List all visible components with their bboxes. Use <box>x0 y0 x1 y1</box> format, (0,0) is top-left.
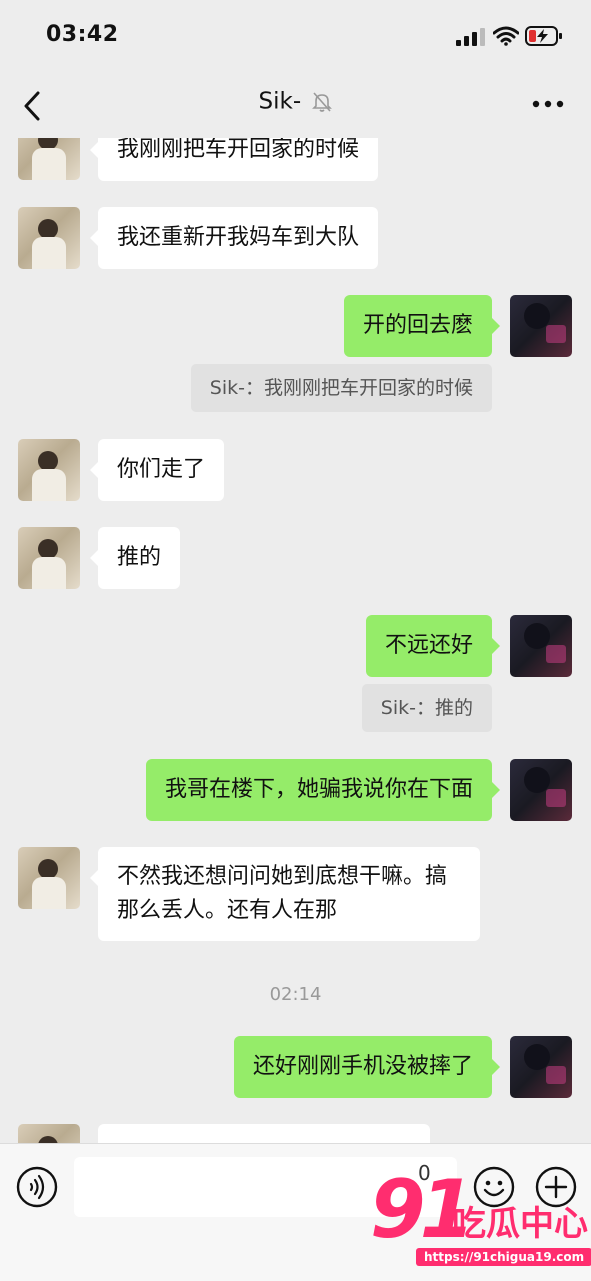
message-bubble-incoming[interactable]: 我还重新开我妈车到大队 <box>89 207 379 269</box>
mute-bell-icon <box>312 91 333 112</box>
watermark-logo: 91 吃瓜中心 https://91chigua19.com <box>370 1170 591 1274</box>
voice-input-icon[interactable] <box>16 1166 58 1208</box>
contact-avatar[interactable] <box>18 847 80 909</box>
watermark-name: 吃瓜中心 <box>452 1204 588 1244</box>
message-bubble-incoming[interactable]: 不然我还想问问她到底想干嘛。搞那么丢人。还有人在那 <box>90 847 480 941</box>
message-bubble-incoming[interactable]: 推的 <box>89 527 181 589</box>
message-list[interactable]: 我刚刚把车开回家的时候 我还重新开我妈车到大队 开的回去麽 Sik-：我刚刚把车… <box>0 138 591 1143</box>
message-bubble-incoming[interactable] <box>98 1124 430 1143</box>
contact-name: Sik- <box>258 88 302 115</box>
contact-avatar[interactable] <box>18 207 80 269</box>
message-bubble-outgoing[interactable]: 我哥在楼下，她骗我说你在下面 <box>145 759 501 821</box>
cellular-signal-icon <box>456 28 485 46</box>
chat-header: Sik- <box>0 70 591 138</box>
quoted-reply[interactable]: Sik-：我刚刚把车开回家的时候 <box>190 364 492 412</box>
status-bar: 03:42 <box>0 0 591 70</box>
quoted-reply[interactable]: Sik-：推的 <box>361 684 492 732</box>
contact-avatar[interactable] <box>18 439 80 501</box>
message-bubble-incoming[interactable]: 你们走了 <box>89 439 225 501</box>
status-time: 03:42 <box>46 22 119 47</box>
watermark-url: https://91chigua19.com <box>416 1248 591 1266</box>
self-avatar[interactable] <box>510 615 572 677</box>
message-bubble-incoming[interactable]: 我刚刚把车开回家的时候 <box>89 138 379 181</box>
contact-avatar[interactable] <box>18 527 80 589</box>
message-bubble-outgoing[interactable]: 还好刚刚手机没被摔了 <box>233 1036 501 1098</box>
self-avatar[interactable] <box>510 295 572 357</box>
wifi-icon <box>493 26 519 46</box>
message-bubble-outgoing[interactable]: 开的回去麽 <box>343 295 501 357</box>
message-bubble-outgoing[interactable]: 不远还好 <box>365 615 501 677</box>
more-options-icon[interactable] <box>532 100 564 108</box>
contact-avatar[interactable] <box>18 138 80 180</box>
battery-charging-icon <box>525 26 562 46</box>
message-timestamp: 02:14 <box>269 984 322 1005</box>
self-avatar[interactable] <box>510 1036 572 1098</box>
self-avatar[interactable] <box>510 759 572 821</box>
contact-avatar[interactable] <box>18 1124 80 1143</box>
chat-title: Sik- <box>0 88 591 115</box>
